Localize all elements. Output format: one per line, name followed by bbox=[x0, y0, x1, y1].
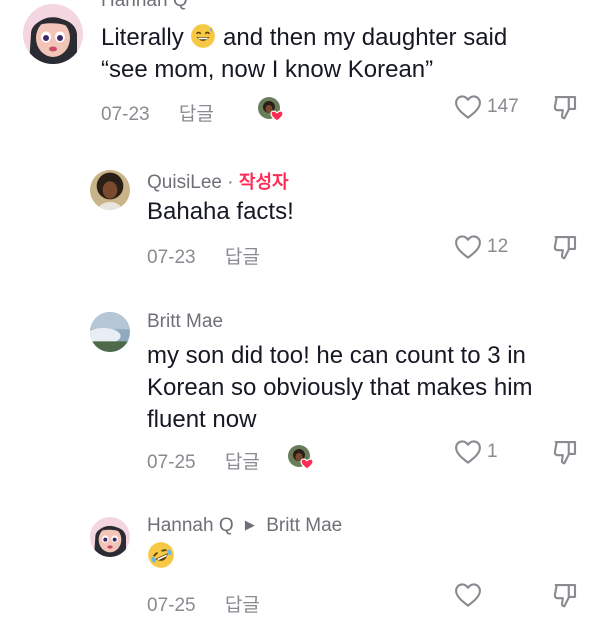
reply-button[interactable]: 답글 bbox=[225, 451, 260, 473]
comment-meta: 07-25 답글 bbox=[147, 590, 260, 617]
like-button[interactable]: 1 bbox=[453, 437, 498, 467]
heart-icon bbox=[453, 580, 483, 610]
comment-date: 07-23 bbox=[147, 247, 196, 268]
like-count: 147 bbox=[487, 96, 519, 117]
comment-username: Hannah Q ▶ Britt Mae bbox=[147, 515, 342, 537]
dislike-icon[interactable] bbox=[550, 580, 580, 610]
comment-text-part: Literally bbox=[101, 24, 184, 51]
username-label: QuisiLee bbox=[147, 172, 222, 193]
comment-date: 07-25 bbox=[147, 452, 196, 473]
comment-text-part: fluent now bbox=[147, 406, 257, 433]
comment-text: my son did too! he can count to 3 in Kor… bbox=[147, 340, 587, 436]
comment-meta: 07-23 답글 bbox=[147, 242, 260, 269]
avatar[interactable] bbox=[90, 312, 130, 352]
comment-username[interactable]: Britt Mae bbox=[147, 311, 223, 333]
comment-text: Bahaha facts! bbox=[147, 198, 294, 225]
comment-item: Hannah Q ▶ Britt Mae 07-25 답글 bbox=[0, 505, 600, 623]
like-button[interactable] bbox=[453, 580, 487, 610]
comment-text-part: and then my daughter said bbox=[223, 24, 508, 51]
reply-button[interactable]: 답글 bbox=[225, 246, 260, 268]
comment-meta: 07-23 답글 bbox=[101, 99, 214, 126]
avatar[interactable] bbox=[90, 170, 130, 210]
heart-icon bbox=[453, 232, 483, 262]
comment-text-part: my son did too! he can count to 3 in bbox=[147, 342, 526, 369]
comment-date: 07-23 bbox=[101, 104, 150, 125]
creator-liked-icon bbox=[286, 443, 316, 473]
reply-button[interactable]: 답글 bbox=[225, 594, 260, 616]
comment-date: 07-25 bbox=[147, 595, 196, 616]
reply-button[interactable]: 답글 bbox=[179, 103, 214, 125]
comment-text-part: Korean so obviously that makes him bbox=[147, 374, 533, 401]
dislike-icon[interactable] bbox=[550, 437, 580, 467]
heart-icon bbox=[453, 437, 483, 467]
username-label[interactable]: Hannah Q bbox=[147, 515, 234, 536]
like-button[interactable]: 147 bbox=[453, 92, 519, 122]
like-count: 12 bbox=[487, 236, 509, 257]
dislike-icon[interactable] bbox=[550, 232, 580, 262]
like-count: 1 bbox=[487, 441, 498, 462]
like-button[interactable]: 12 bbox=[453, 232, 508, 262]
comment-username[interactable]: Hannah Q bbox=[101, 0, 188, 12]
separator: · bbox=[227, 172, 234, 193]
comment-username[interactable]: QuisiLee · 작성자 bbox=[147, 168, 289, 194]
comment-text bbox=[147, 541, 175, 574]
rolling-laughing-emoji-icon bbox=[147, 541, 175, 569]
heart-icon bbox=[453, 92, 483, 122]
avatar[interactable] bbox=[90, 517, 130, 557]
dislike-icon[interactable] bbox=[550, 92, 580, 122]
comment-item: QuisiLee · 작성자 Bahaha facts! 07-23 답글 12 bbox=[0, 160, 600, 280]
grinning-sweat-emoji-icon bbox=[190, 23, 216, 49]
author-badge: 작성자 bbox=[238, 172, 289, 193]
avatar[interactable] bbox=[23, 4, 83, 64]
comment-item: Britt Mae my son did too! he can count t… bbox=[0, 300, 600, 480]
comment-text-part: “see mom, now I know Korean” bbox=[101, 56, 434, 83]
comment-item: Hannah Q Literally and then my daughter … bbox=[0, 0, 600, 140]
reply-arrow-icon: ▶ bbox=[244, 517, 255, 532]
reply-to-username[interactable]: Britt Mae bbox=[266, 515, 342, 536]
comment-meta: 07-25 답글 bbox=[147, 447, 260, 474]
comment-text: Literally and then my daughter said “see… bbox=[101, 22, 571, 86]
creator-liked-icon bbox=[256, 95, 286, 125]
